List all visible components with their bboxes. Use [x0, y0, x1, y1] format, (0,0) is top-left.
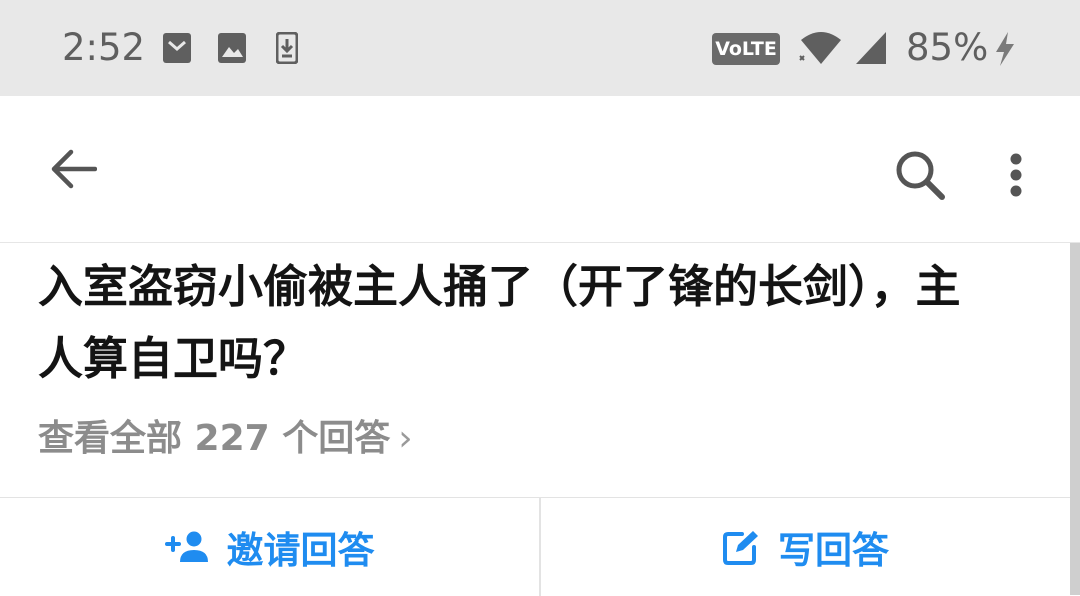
wifi-icon: [798, 30, 844, 70]
signal-icon: [854, 30, 888, 70]
question-title: 入室盗窃小偷被主人捅了（开了锋的长剑），主人算自卫吗？: [38, 260, 961, 385]
back-button[interactable]: [38, 133, 110, 205]
arrow-left-icon: [51, 149, 97, 189]
download-icon: [275, 31, 299, 68]
answer-action-bar: 邀请回答 写回答: [0, 497, 1070, 596]
charging-icon: [992, 30, 1018, 72]
status-bar: 2:52 VoLTE 85%: [0, 0, 1080, 96]
image-icon: [217, 32, 247, 68]
chevron-right-icon: ›: [398, 418, 413, 459]
status-time: 2:52: [62, 26, 146, 69]
search-button[interactable]: [884, 139, 956, 211]
write-answer-button[interactable]: 写回答: [541, 498, 1070, 596]
top-toolbar: [0, 96, 1080, 243]
volte-badge: VoLTE: [712, 33, 780, 65]
add-person-icon: [164, 530, 211, 564]
more-vert-icon: [1010, 153, 1022, 197]
view-all-answers-label: 查看全部 227 个回答: [38, 418, 391, 459]
edit-icon: [722, 528, 762, 566]
search-icon: [896, 151, 945, 200]
scrollbar[interactable]: [1070, 243, 1080, 595]
view-all-answers-link[interactable]: 查看全部 227 个回答 ›: [38, 417, 413, 461]
more-options-button[interactable]: [980, 139, 1052, 211]
battery-percent: 85%: [906, 26, 989, 69]
invite-answer-button[interactable]: 邀请回答: [0, 498, 539, 596]
invite-answer-label: 邀请回答: [226, 529, 375, 572]
mail-icon: [162, 32, 192, 68]
write-answer-label: 写回答: [778, 529, 889, 572]
